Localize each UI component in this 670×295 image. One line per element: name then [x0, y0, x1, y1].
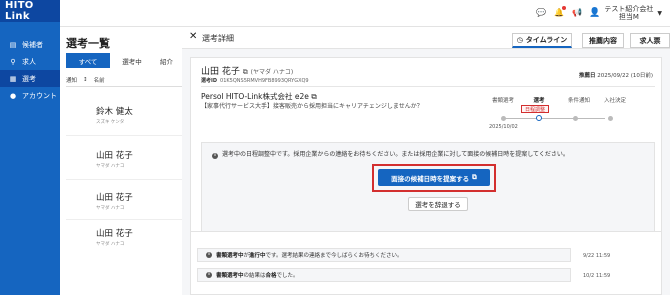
step-node [608, 116, 613, 121]
page-title: 選考一覧 [66, 37, 110, 50]
sidebar-item-selections[interactable]: ▦ 選考 [0, 70, 60, 87]
status-badge: 日程調整 [521, 105, 549, 113]
tab-timeline[interactable]: ◷ タイムライン [512, 33, 572, 48]
tab-in-progress[interactable]: 選考中 [110, 53, 154, 68]
timeline-time: 10/2 11:59 [583, 273, 611, 279]
sidebar-item-label: 選考 [22, 74, 36, 83]
list-tabs: すべて 選考中 紹介 [66, 53, 190, 68]
close-icon[interactable]: ✕ [189, 31, 197, 42]
timeline-card: i 書類選考中が進行中 です。選考結果の連絡まで今しばらくお待ちください。 9/2… [190, 231, 662, 295]
sort-icon[interactable]: ↕ [83, 77, 88, 83]
list-item[interactable]: 山田 花子 ヤマダ ハナコ [96, 227, 190, 247]
person-icon: ● [9, 91, 17, 100]
sidebar-item-candidates[interactable]: ▤ 候補者 [0, 36, 60, 53]
external-link-icon: ⧉ [472, 173, 477, 181]
step-label: 条件通知 [567, 98, 590, 104]
user-company: テスト紹介会社 [604, 5, 654, 13]
selection-list-panel: 選考一覧 すべて 選考中 紹介 通知 ↕ 名前 鈴木 健太 スズキ ケンタ 山田… [60, 27, 190, 295]
notice-text: i 選考中の日程調整中です。採用企業からの連絡をお待ちください。または採用企業に対… [212, 149, 569, 159]
tab-recommendation[interactable]: 推薦内容 [582, 33, 624, 48]
job-description: 【家事代行サービス大手】接客販売から採用担当にキャリアチェンジしませんか？ [201, 103, 423, 110]
selection-summary-card: 山田 花子 ⧉ (ヤマダ ハナコ) 選考ID 01K5QNS5RMVH9FB899… [190, 57, 662, 239]
top-bar: 💬 🔔 📢 ? 👤 テスト紹介会社 担当M ▼ [60, 0, 670, 27]
user-menu[interactable]: 👤 テスト紹介会社 担当M ▼ [589, 5, 662, 21]
timeline-entry: i 書類選考中が進行中 です。選考結果の連絡まで今しばらくお待ちください。 [197, 248, 571, 262]
chat-icon[interactable]: 💬 [536, 8, 546, 17]
candidate-name[interactable]: 山田 花子 ⧉ (ヤマダ ハナコ) [201, 64, 293, 77]
recommend-date: 推薦日 2025/09/22 (10日前) [578, 73, 653, 79]
list-item[interactable]: 鈴木 健太 スズキ ケンタ [96, 105, 190, 125]
timeline-time: 9/22 11:59 [583, 253, 611, 259]
search-icon: ⚲ [10, 57, 16, 66]
chevron-down-icon: ▼ [657, 9, 662, 17]
tab-all[interactable]: すべて [66, 53, 110, 68]
document-icon: ▦ [9, 74, 17, 83]
sidebar-item-jobs[interactable]: ⚲ 求人 [0, 53, 60, 70]
sidebar-item-label: 候補者 [22, 40, 43, 49]
info-icon: i [206, 252, 212, 258]
megaphone-icon[interactable]: 📢 [572, 8, 582, 17]
clock-icon: ◷ [516, 36, 523, 44]
step-node [501, 116, 506, 121]
propose-interview-dates-button[interactable]: 面接の候補日時を提案する ⧉ [378, 169, 490, 186]
id-card-icon: ▤ [9, 40, 17, 49]
selection-detail-panel: ✕ 選考詳細 ◷ タイムライン 推薦内容 求人票 山田 花子 ⧉ (ヤマダ ハナ… [182, 27, 670, 295]
step-label-current: 選考 [533, 98, 545, 104]
list-item[interactable]: 山田 花子 ヤマダ ハナコ [96, 191, 190, 211]
info-icon: i [212, 153, 218, 159]
user-name: 担当M [618, 13, 639, 21]
divider [201, 86, 655, 87]
user-icon: 👤 [589, 8, 601, 18]
selection-id: 選考ID 01K5QNS5RMVH9FB8993QRYGXQ9 [201, 78, 309, 84]
column-notification[interactable]: 通知 [66, 76, 77, 84]
selection-progress: 書類選考 選考 条件通知 入社決定 日程調整 2025/10/02 [481, 91, 651, 131]
step-label: 入社決定 [603, 98, 626, 104]
sidebar-item-label: アカウント [22, 91, 57, 100]
progress-track [503, 118, 605, 119]
list-column-header: 通知 ↕ 名前 [66, 74, 190, 87]
sidebar: HITO Link ▤ 候補者 ⚲ 求人 ▦ 選考 ● アカウント [0, 0, 60, 295]
step-node-current [536, 115, 542, 121]
tab-job[interactable]: 求人票 [630, 33, 670, 48]
detail-header: ✕ 選考詳細 ◷ タイムライン 推薦内容 求人票 [182, 27, 670, 49]
external-link-icon[interactable]: ⧉ [243, 68, 248, 76]
external-link-icon[interactable]: ⧉ [311, 92, 316, 101]
step-node [573, 116, 578, 121]
info-icon: i [206, 272, 212, 278]
list-item[interactable]: 山田 花子 ヤマダ ハナコ [96, 149, 190, 169]
step-label: 書類選考 [491, 98, 514, 104]
action-notice-box: i 選考中の日程調整中です。採用企業からの連絡をお待ちください。または採用企業に対… [201, 142, 655, 232]
sidebar-item-label: 求人 [22, 57, 36, 66]
app-logo[interactable]: HITO Link [0, 0, 60, 22]
bell-icon[interactable]: 🔔 [554, 6, 566, 17]
detail-title: 選考詳細 [202, 34, 234, 43]
sidebar-item-account[interactable]: ● アカウント [0, 87, 60, 104]
sidebar-nav: ▤ 候補者 ⚲ 求人 ▦ 選考 ● アカウント [0, 36, 60, 104]
step-date: 2025/10/02 [489, 124, 518, 130]
decline-selection-button[interactable]: 選考を辞退する [408, 197, 468, 211]
column-name[interactable]: 名前 [94, 76, 105, 84]
timeline-entry: i 書類選考中 の結果は 合格 でした。 [197, 268, 571, 282]
